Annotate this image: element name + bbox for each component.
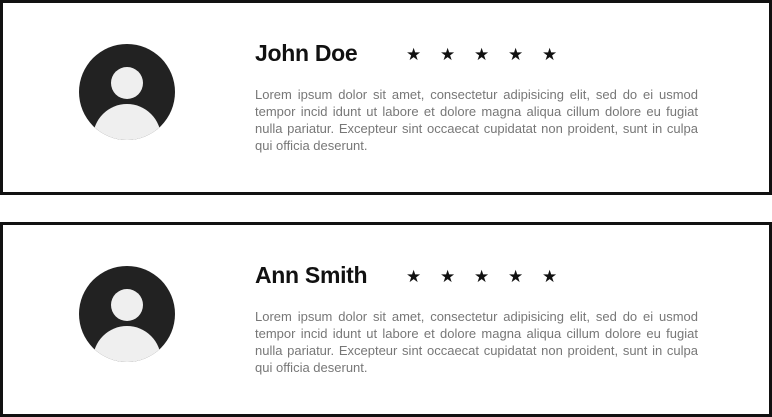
avatar-shoulders bbox=[93, 326, 161, 362]
star-icon: ★ bbox=[406, 45, 422, 65]
review-text: Lorem ipsum dolor sit amet, consectetur … bbox=[255, 309, 698, 375]
user-avatar-icon bbox=[79, 266, 175, 362]
star-icon: ★ bbox=[542, 267, 558, 287]
review-card: John Doe ★ ★ ★ ★ ★ Lorem ipsum dolor sit… bbox=[0, 0, 772, 195]
avatar-head bbox=[111, 289, 143, 321]
avatar-shoulders bbox=[93, 104, 161, 140]
star-rating: ★ ★ ★ ★ ★ bbox=[406, 265, 576, 289]
reviewer-name: John Doe bbox=[255, 40, 358, 66]
review-card: Ann Smith ★ ★ ★ ★ ★ Lorem ipsum dolor si… bbox=[0, 222, 772, 417]
user-avatar-icon bbox=[79, 44, 175, 140]
avatar-head bbox=[111, 67, 143, 99]
star-icon: ★ bbox=[406, 267, 422, 287]
star-icon: ★ bbox=[508, 267, 524, 287]
star-icon: ★ bbox=[440, 267, 456, 287]
star-rating: ★ ★ ★ ★ ★ bbox=[406, 43, 576, 67]
star-icon: ★ bbox=[440, 45, 456, 65]
reviewer-name: Ann Smith bbox=[255, 262, 368, 288]
star-icon: ★ bbox=[474, 45, 490, 65]
review-text: Lorem ipsum dolor sit amet, consectetur … bbox=[255, 87, 698, 153]
star-icon: ★ bbox=[474, 267, 490, 287]
star-icon: ★ bbox=[542, 45, 558, 65]
star-icon: ★ bbox=[508, 45, 524, 65]
